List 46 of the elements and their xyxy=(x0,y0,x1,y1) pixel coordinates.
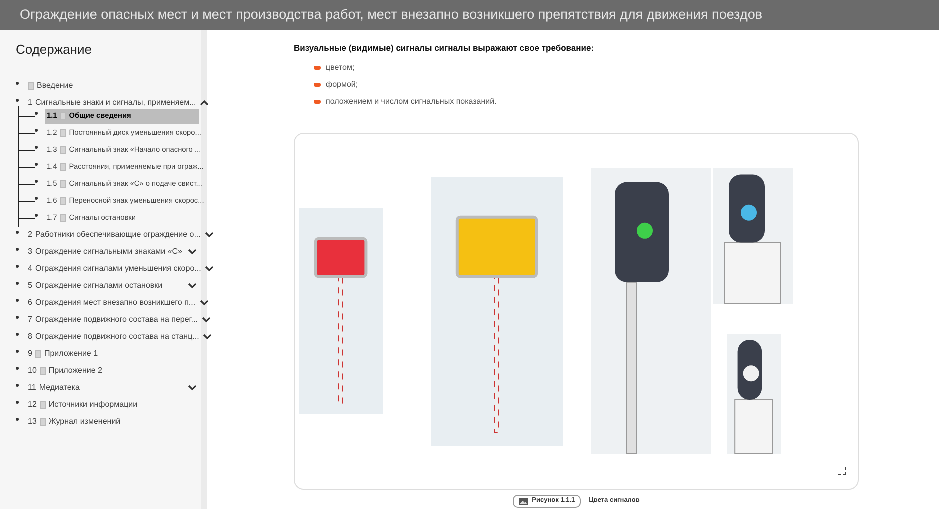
toc-item[interactable]: 3 Ограждение сигнальными знаками «С» xyxy=(26,244,199,260)
toc-item[interactable]: Введение xyxy=(26,78,199,94)
chevron-down-icon[interactable] xyxy=(202,317,211,323)
chevron-down-icon[interactable] xyxy=(188,249,197,255)
toc-item[interactable]: 8 Ограждение подвижного состава на станц... xyxy=(26,330,214,344)
sidebar-heading: Содержание xyxy=(16,41,93,59)
document-icon xyxy=(60,129,66,137)
chevron-up-icon[interactable] xyxy=(200,100,210,106)
toc-item[interactable]: 11 Медиатека xyxy=(26,380,199,396)
bullet-icon xyxy=(314,100,321,104)
toc-item[interactable]: 6 Ограждения мест внезапно возникшего п... xyxy=(26,296,211,310)
bullet-text: положением и числом сигнальных показаний. xyxy=(326,96,497,108)
bullet-text: формой; xyxy=(326,79,358,92)
document-icon xyxy=(28,82,34,90)
document-icon xyxy=(40,367,46,375)
bullet-icon xyxy=(314,83,321,88)
document-icon xyxy=(60,180,66,188)
chevron-down-icon[interactable] xyxy=(204,232,214,238)
document-icon xyxy=(60,112,66,120)
toc-item[interactable]: 10 Приложение 2 xyxy=(26,364,199,378)
fullscreen-icon[interactable] xyxy=(838,466,846,475)
toc-item[interactable]: 13 Журнал изменений xyxy=(26,414,199,430)
chevron-down-icon[interactable] xyxy=(205,266,214,272)
toc-item[interactable]: 9 Приложение 1 xyxy=(26,346,199,362)
toc-item[interactable]: 7 Ограждение подвижного состава на перег... xyxy=(26,312,213,328)
image-icon xyxy=(519,498,528,505)
document-icon xyxy=(35,350,42,358)
toc-item[interactable]: 1 Сигнальные знаки и сигналы, применяем... xyxy=(26,96,212,110)
document-icon xyxy=(40,418,46,426)
content-heading: Визуальные (видимые) сигналы сигналы выражают свое требование: xyxy=(294,42,596,55)
document-icon xyxy=(60,163,66,171)
bullet-text: цветом; xyxy=(326,62,355,74)
chevron-down-icon[interactable] xyxy=(188,385,197,391)
chevron-down-icon[interactable] xyxy=(188,283,197,289)
chevron-down-icon[interactable] xyxy=(200,300,209,306)
document-icon xyxy=(40,401,46,409)
document-icon xyxy=(60,214,66,222)
toc-item[interactable]: 4 Ограждения сигналами уменьшения скоро... xyxy=(26,262,216,276)
bullet-icon xyxy=(314,66,321,70)
document-icon xyxy=(60,197,66,205)
title-bar: Ограждение опасных мест и мест производства работ, мест внезапно возникшего препятствия для движения поездов xyxy=(0,0,939,30)
toc-item[interactable]: 5 Ограждение сигналами остановки xyxy=(26,278,199,294)
document-icon xyxy=(60,146,66,154)
toc-item[interactable]: 12 Источники информации xyxy=(26,398,199,412)
toc-item[interactable]: 2 Работники обеспечивающие ограждение о... xyxy=(26,228,216,242)
chevron-down-icon[interactable] xyxy=(203,334,212,340)
